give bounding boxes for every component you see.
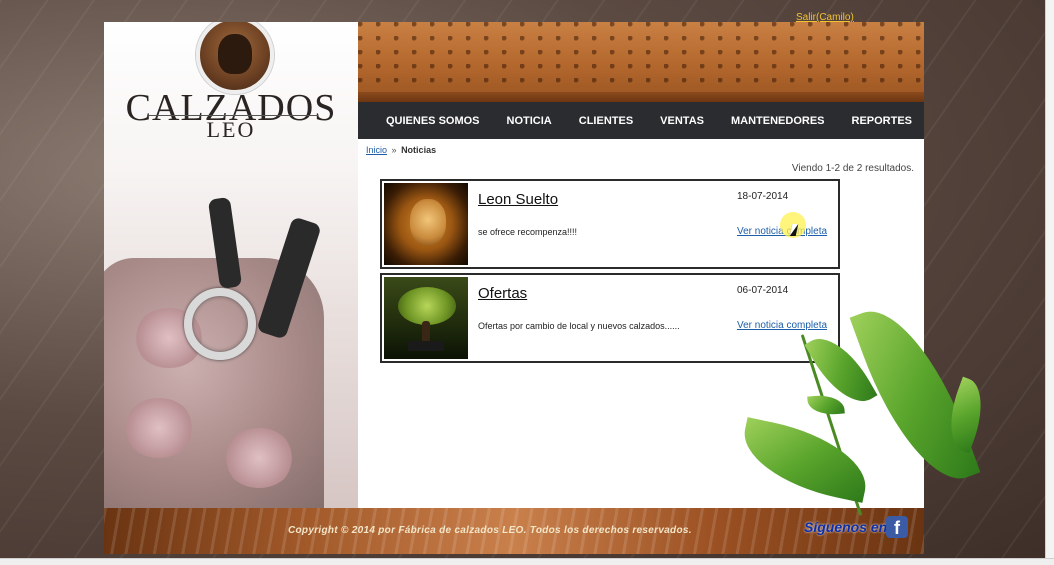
handbag-decoration bbox=[104, 158, 358, 508]
logo-divider bbox=[148, 115, 318, 116]
window-scrollbar-edge bbox=[1045, 0, 1054, 565]
lion-face-icon bbox=[410, 199, 446, 245]
facebook-icon[interactable]: f bbox=[886, 516, 908, 538]
news-summary: se ofrece recompenza!!!! bbox=[478, 227, 578, 237]
window-bottom-edge bbox=[0, 558, 1054, 565]
copyright-text: Copyright © 2014 por Fábrica de calzados… bbox=[288, 525, 692, 536]
main-nav: QUIENES SOMOS NOTICIA CLIENTES VENTAS MA… bbox=[358, 102, 924, 139]
lion-photo-icon[interactable] bbox=[384, 183, 468, 265]
nav-item-quienes-somos[interactable]: QUIENES SOMOS bbox=[386, 115, 480, 127]
news-item: Ofertas 06-07-2014 Ofertas por cambio de… bbox=[380, 273, 840, 363]
news-item: Leon Suelto 18-07-2014 se ofrece recompe… bbox=[380, 179, 840, 269]
flower-pattern bbox=[124, 398, 194, 458]
news-title-link[interactable]: Leon Suelto bbox=[478, 191, 558, 208]
handbag-ring bbox=[184, 288, 256, 360]
flower-pattern bbox=[224, 428, 294, 488]
nav-item-ventas[interactable]: VENTAS bbox=[660, 115, 704, 127]
follow-us-label: Síguenos en: bbox=[804, 519, 892, 535]
bonsai-photo-icon[interactable] bbox=[384, 277, 468, 359]
breadcrumb-current: Noticias bbox=[401, 145, 437, 155]
nav-item-reportes[interactable]: REPORTES bbox=[852, 115, 913, 127]
news-list: Leon Suelto 18-07-2014 se ofrece recompe… bbox=[380, 179, 840, 367]
results-summary: Viendo 1-2 de 2 resultados. bbox=[791, 163, 914, 174]
nav-item-noticia[interactable]: NOTICIA bbox=[507, 115, 552, 127]
read-more-link[interactable]: Ver noticia completa bbox=[737, 320, 827, 331]
news-date: 18-07-2014 bbox=[737, 191, 789, 202]
lion-logo-icon bbox=[196, 22, 274, 94]
news-summary: Ofertas por cambio de local y nuevos cal… bbox=[478, 321, 680, 331]
lion-head-icon bbox=[218, 34, 252, 74]
nav-item-mantenedores[interactable]: MANTENEDORES bbox=[731, 115, 825, 127]
footer: Copyright © 2014 por Fábrica de calzados… bbox=[104, 508, 924, 554]
bonsai-trunk-icon bbox=[422, 321, 430, 343]
logo-subtitle: LEO bbox=[206, 117, 256, 142]
left-column: CALZADOS LEO bbox=[104, 22, 358, 508]
bonsai-leaves-icon bbox=[398, 287, 456, 325]
banner-stitch bbox=[358, 92, 924, 102]
news-date: 06-07-2014 bbox=[737, 285, 789, 296]
breadcrumb: Inicio » Noticias bbox=[366, 145, 436, 155]
breadcrumb-separator: » bbox=[391, 145, 397, 155]
breadcrumb-home-link[interactable]: Inicio bbox=[366, 145, 387, 155]
leather-banner bbox=[358, 22, 924, 102]
news-title-link[interactable]: Ofertas bbox=[478, 285, 527, 302]
bonsai-pot-icon bbox=[408, 341, 444, 351]
nav-item-clientes[interactable]: CLIENTES bbox=[579, 115, 633, 127]
